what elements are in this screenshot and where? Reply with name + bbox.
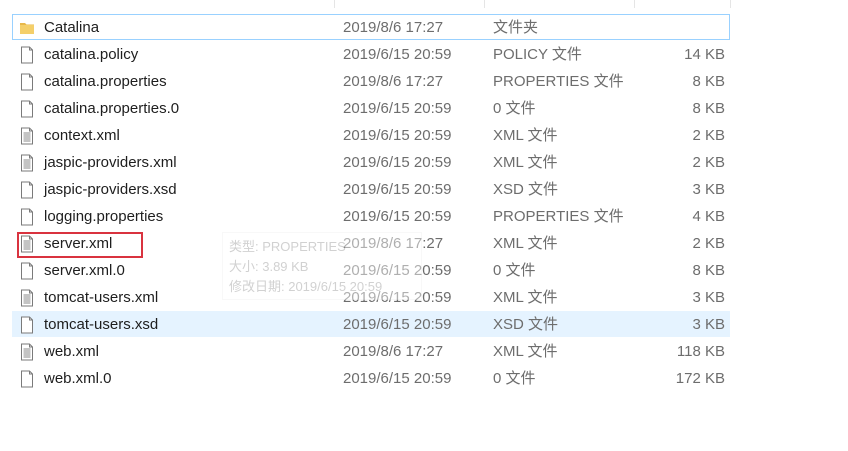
file-date: 2019/6/15 20:59 [343,127,452,144]
server-xml-highlight [17,232,143,258]
file-name: web.xml [44,343,100,360]
file-size: 14 KB [684,46,725,63]
file-date: 2019/6/15 20:59 [343,181,452,198]
file-size: 118 KB [676,343,725,360]
file-icon [19,181,35,199]
file-date: 2019/6/15 20:59 [343,370,452,387]
file-type: 0 文件 [493,100,536,117]
file-type: PROPERTIES 文件 [493,73,624,90]
file-name: tomcat-users.xml [44,289,159,306]
file-type: XML 文件 [493,235,558,252]
file-date: 2019/6/15 20:59 [343,154,452,171]
tooltip-date: 修改日期: 2019/6/15 20:59 [229,279,383,294]
file-name: jaspic-providers.xsd [44,181,177,198]
file-icon [19,316,35,334]
file-row[interactable]: jaspic-providers.xsd 2019/6/15 20:59 XSD 文… [12,176,730,202]
file-row[interactable]: catalina.properties 2019/8/6 17:27 PROPERT… [12,68,730,94]
file-row[interactable]: web.xml.0 2019/6/15 20:59 0 文件 172 KB [12,365,730,391]
file-date: 2019/6/15 20:59 [343,208,452,225]
text-file-icon [19,289,35,307]
file-size: 2 KB [692,235,725,252]
file-type: 0 文件 [493,262,536,279]
file-row[interactable]: web.xml 2019/8/6 17:27 XML 文件 118 KB [12,338,730,364]
file-type: XML 文件 [493,127,558,144]
file-size: 3 KB [692,181,725,198]
file-icon [19,370,35,388]
file-name: catalina.properties [44,73,167,90]
text-file-icon [19,343,35,361]
file-date: 2019/6/15 20:59 [343,100,452,117]
file-type: XML 文件 [493,343,558,360]
file-row[interactable]: logging.properties 2019/6/15 20:59 PROPERT… [12,203,730,229]
tooltip-type: 类型: PROPERTIES [229,239,346,254]
file-date: 2019/6/15 20:59 [343,316,452,333]
file-name: catalina.policy [44,46,139,63]
file-size: 8 KB [692,262,725,279]
file-type: 文件夹 [493,19,539,36]
file-row[interactable]: jaspic-providers.xml 2019/6/15 20:59 XML 文… [12,149,730,175]
folder-icon [19,19,35,37]
file-size: 3 KB [692,289,725,306]
file-type: XML 文件 [493,289,558,306]
file-size: 172 KB [675,370,725,387]
file-icon [19,262,35,280]
file-type: POLICY 文件 [493,46,582,63]
file-size: 3 KB [692,316,725,333]
file-type: PROPERTIES 文件 [493,208,624,225]
text-file-icon [19,154,35,172]
file-size: 4 KB [692,208,725,225]
file-size: 8 KB [692,73,725,90]
file-row[interactable]: context.xml 2019/6/15 20:59 XML 文件 2 KB [12,122,730,148]
file-date: 2019/8/6 17:27 [343,73,444,90]
file-name: web.xml.0 [44,370,112,387]
file-icon [19,100,35,118]
file-tooltip: 类型: PROPERTIES 大小: 3.89 KB 修改日期: 2019/6/… [222,232,422,300]
file-size: 2 KB [692,127,725,144]
file-type: XSD 文件 [493,316,559,333]
file-row[interactable]: tomcat-users.xsd 2019/6/15 20:59 XSD 文件 3 K… [12,311,730,337]
file-row[interactable]: catalina.policy 2019/6/15 20:59 POLICY 文件 1… [12,41,730,67]
file-type: 0 文件 [493,370,536,387]
file-name: jaspic-providers.xml [44,154,177,171]
file-type: XSD 文件 [493,181,559,198]
file-date: 2019/8/6 17:27 [343,19,444,36]
file-icon [19,46,35,64]
file-size: 2 KB [692,154,725,171]
file-name: Catalina [44,19,100,36]
file-date: 2019/8/6 17:27 [343,343,444,360]
file-type: XML 文件 [493,154,558,171]
file-name: logging.properties [44,208,164,225]
file-row[interactable]: Catalina 2019/8/6 17:27 文件夹 [12,14,730,40]
file-name: tomcat-users.xsd [44,316,159,333]
file-size: 8 KB [692,100,725,117]
file-icon [19,208,35,226]
file-date: 2019/6/15 20:59 [343,46,452,63]
file-row[interactable]: catalina.properties.0 2019/6/15 20:59 0 文件… [12,95,730,121]
file-name: context.xml [44,127,120,144]
file-name: catalina.properties.0 [44,100,180,117]
file-icon [19,73,35,91]
tooltip-size: 大小: 3.89 KB [229,259,309,274]
text-file-icon [19,127,35,145]
file-name: server.xml.0 [44,262,125,279]
